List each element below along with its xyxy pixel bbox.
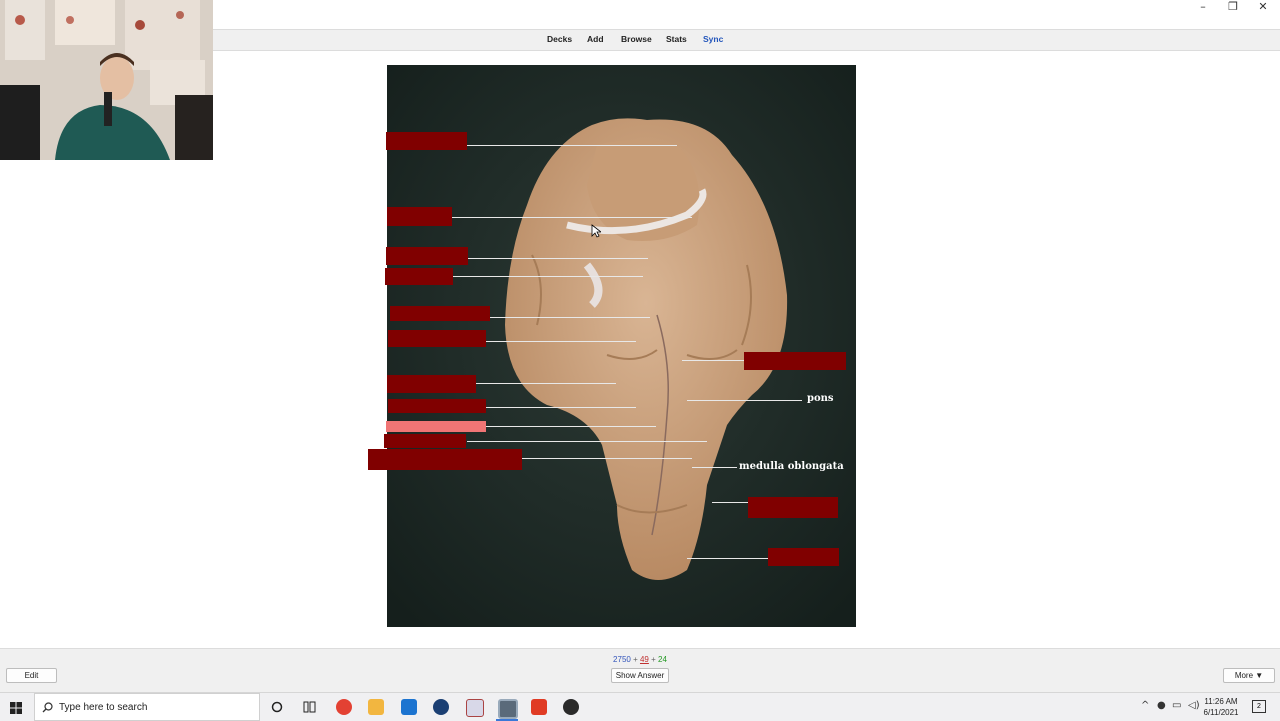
search-icon — [42, 702, 53, 713]
restore-button[interactable]: ❐ — [1218, 0, 1248, 16]
new-count: 2750 — [613, 655, 631, 664]
pointer-line — [467, 441, 707, 442]
pointer-line — [687, 558, 769, 559]
pointer-line — [692, 467, 737, 468]
learn-count: 49 — [639, 655, 649, 664]
label-medulla-oblongata: medulla oblongata — [739, 461, 844, 472]
occlusion-box[interactable] — [385, 268, 453, 285]
windows-start-icon[interactable] — [10, 702, 22, 714]
pointer-line — [453, 276, 643, 277]
anki-icon[interactable] — [498, 699, 518, 719]
app-icon[interactable] — [466, 699, 484, 717]
mouse-cursor-icon — [591, 224, 601, 238]
network-icon[interactable]: ▭ — [1172, 700, 1181, 711]
occlusion-box[interactable] — [748, 497, 838, 518]
cortana-icon[interactable] — [271, 701, 283, 713]
show-answer-button[interactable]: Show Answer — [611, 668, 669, 683]
count-separator: + — [633, 655, 638, 664]
occlusion-box[interactable] — [768, 548, 839, 566]
webcam-overlay — [0, 0, 213, 160]
pointer-line — [486, 426, 656, 427]
occlusion-box-active[interactable] — [386, 421, 486, 432]
steam-icon[interactable] — [433, 699, 449, 715]
clock-time: 11:26 AM — [1204, 697, 1238, 706]
minimize-button[interactable]: – — [1188, 0, 1218, 16]
pointer-line — [486, 341, 636, 342]
occlusion-box[interactable] — [388, 330, 486, 347]
pointer-line — [522, 458, 692, 459]
label-pons: pons — [807, 393, 834, 404]
pointer-line — [687, 400, 802, 401]
pointer-line — [452, 217, 692, 218]
decks-link[interactable]: Decks — [547, 34, 572, 44]
obs-icon[interactable] — [563, 699, 579, 715]
microphone-icon[interactable]: ● — [1157, 700, 1166, 711]
pointer-line — [476, 383, 616, 384]
occlusion-box[interactable] — [386, 247, 468, 265]
edit-button[interactable]: Edit — [6, 668, 57, 683]
tray-chevron-icon[interactable]: ^ — [1141, 700, 1149, 711]
occlusion-box[interactable] — [388, 399, 486, 413]
pointer-line — [486, 407, 636, 408]
occlusion-box[interactable] — [387, 207, 452, 226]
pointer-line — [682, 360, 744, 361]
occlusion-box[interactable] — [386, 132, 467, 150]
mail-icon[interactable] — [401, 699, 417, 715]
search-placeholder: Type here to search — [59, 702, 148, 713]
more-button[interactable]: More ▼ — [1223, 668, 1275, 683]
close-button[interactable]: ✕ — [1248, 0, 1278, 16]
occlusion-box[interactable] — [744, 352, 846, 370]
clock-date: 6/11/2021 — [1203, 708, 1239, 717]
office-icon[interactable] — [531, 699, 547, 715]
file-explorer-icon[interactable] — [368, 699, 384, 715]
review-bottom-bar: Edit 2750 + 49 + 24 Show Answer More ▼ — [0, 648, 1280, 693]
stats-link[interactable]: Stats — [666, 34, 687, 44]
occlusion-box[interactable] — [368, 449, 522, 470]
review-count: 24 — [658, 655, 667, 664]
windows-taskbar: Type here to search ^ ● ▭ ◁) 11:26 AM 6/… — [0, 692, 1280, 721]
occlusion-box[interactable] — [390, 306, 490, 321]
pointer-line — [712, 502, 748, 503]
pointer-line — [468, 258, 648, 259]
add-link[interactable]: Add — [587, 34, 604, 44]
occlusion-box[interactable] — [387, 375, 476, 393]
notification-icon[interactable]: 2 — [1252, 700, 1266, 713]
task-view-icon[interactable] — [303, 701, 316, 713]
browse-link[interactable]: Browse — [621, 34, 652, 44]
due-counts: 2750 + 49 + 24 — [600, 655, 680, 664]
sync-link[interactable]: Sync — [703, 34, 723, 44]
count-separator: + — [651, 655, 656, 664]
occlusion-box[interactable] — [384, 434, 466, 448]
taskbar-clock[interactable]: 11:26 AM 6/11/2021 — [1196, 696, 1246, 718]
webcam-picture — [0, 0, 213, 160]
chrome-icon[interactable] — [336, 699, 352, 715]
pointer-line — [490, 317, 650, 318]
pointer-line — [467, 145, 677, 146]
taskbar-search-box[interactable]: Type here to search — [34, 693, 260, 721]
